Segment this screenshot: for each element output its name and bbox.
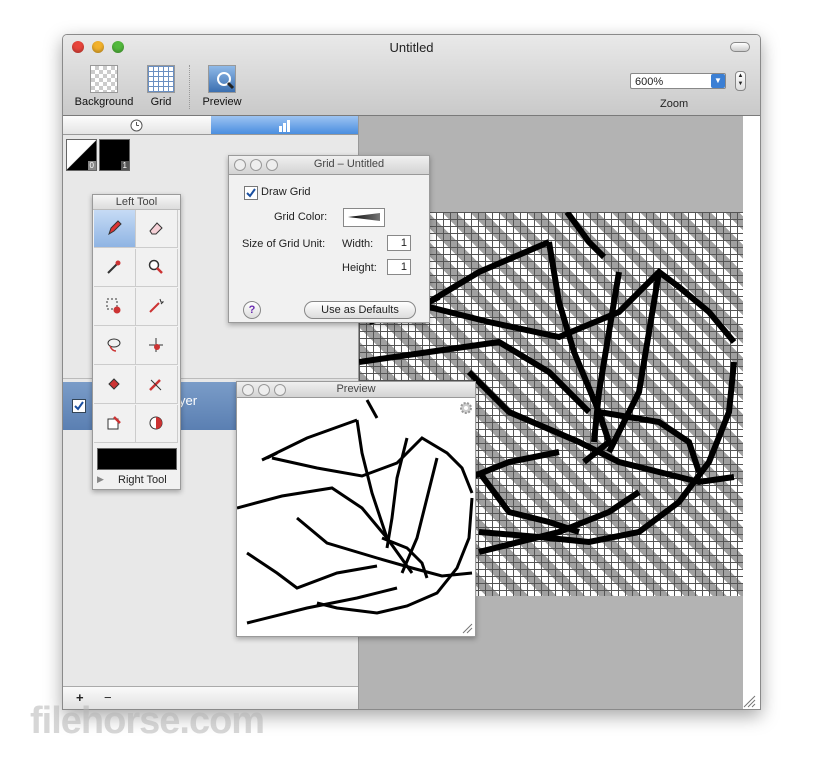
move-icon [149, 338, 163, 352]
pencil-icon [108, 220, 122, 236]
tool-paint-bucket[interactable] [94, 366, 136, 404]
layer-visibility-checkbox[interactable] [72, 399, 86, 413]
toolbar-separator [189, 65, 191, 109]
use-as-defaults-button[interactable]: Use as Defaults [304, 301, 416, 319]
title-bar: Untitled Background Grid Preview 600% ▼ … [63, 35, 760, 116]
tool-gradient[interactable] [136, 405, 178, 443]
marquee-icon [106, 298, 121, 314]
tool-move[interactable] [136, 327, 178, 365]
grid-icon [147, 65, 175, 93]
swatch-badge: 1 [120, 161, 129, 170]
zoom-value: 600% [635, 76, 664, 88]
tool-lasso[interactable] [94, 327, 136, 365]
zoom-select[interactable]: 600% ▼ [630, 73, 726, 89]
eyedropper-icon [107, 260, 121, 274]
eraser-icon [149, 222, 163, 235]
swatch-badge: 0 [87, 161, 96, 170]
vertical-scrollbar[interactable] [743, 116, 760, 709]
tool-magic-wand[interactable] [136, 288, 178, 326]
help-button[interactable]: ? [243, 301, 261, 319]
watermark: filehorse.com [30, 700, 265, 742]
zoom-stepper[interactable]: ▲ ▼ [735, 71, 746, 91]
zoom-icon [148, 259, 163, 274]
tool-pen[interactable] [136, 366, 178, 404]
resize-grip-icon[interactable] [742, 694, 756, 708]
disclosure-triangle-icon: ▶ [97, 474, 104, 484]
preview-panel-title: Preview [336, 383, 376, 395]
tool-fill[interactable] [94, 405, 136, 443]
panel-close-button[interactable] [234, 159, 246, 171]
grid-panel-title: Grid – Untitled [313, 158, 385, 170]
tab-histogram[interactable] [211, 116, 358, 135]
background-button[interactable]: Background [71, 65, 137, 108]
grid-panel-titlebar: Grid – Untitled [229, 156, 429, 175]
color-swatch-primary[interactable]: 0 [66, 139, 97, 171]
background-label: Background [74, 96, 134, 108]
bar-chart-icon [279, 120, 290, 132]
current-color-well[interactable] [97, 448, 177, 470]
left-tool-palette: Left Tool ▶ Right Tool [92, 194, 181, 490]
draw-grid-checkbox[interactable] [244, 186, 258, 200]
layer-name: yer [179, 393, 198, 408]
height-field[interactable]: 1 [387, 259, 411, 275]
zoom-label: Zoom [660, 98, 689, 110]
tab-history[interactable] [63, 116, 211, 135]
grid-panel: Grid – Untitled Draw Grid Grid Color: Si… [228, 155, 430, 323]
tool-pencil[interactable] [94, 210, 136, 248]
checkmark-icon [74, 401, 84, 411]
checkerboard-icon [90, 65, 118, 93]
chevron-down-icon: ▼ [711, 74, 725, 88]
right-tool-toggle[interactable]: ▶ Right Tool [93, 472, 180, 489]
clock-icon [130, 119, 143, 132]
preview-panel: Preview [236, 381, 476, 637]
height-label: Height: [342, 262, 377, 274]
preview-label: Preview [202, 96, 242, 108]
right-tool-label: Right Tool [118, 474, 167, 486]
grid-button[interactable]: Grid [145, 65, 177, 108]
grid-color-well[interactable] [343, 208, 385, 227]
tool-marquee[interactable] [94, 288, 136, 326]
width-label: Width: [342, 238, 374, 250]
panel-minimize-button[interactable] [250, 159, 262, 171]
checkmark-icon [246, 188, 256, 198]
resize-grip-icon[interactable] [461, 622, 473, 634]
fill-icon [107, 416, 121, 430]
gradient-icon [149, 416, 163, 430]
paint-bucket-icon [108, 378, 120, 390]
window-title: Untitled [389, 40, 434, 55]
draw-grid-label: Draw Grid [261, 186, 311, 198]
grid-label: Grid [150, 96, 172, 108]
magnifier-preview-icon [208, 65, 236, 93]
color-swatch-secondary[interactable]: 1 [99, 139, 130, 171]
preview-image [237, 399, 474, 625]
tool-grid [94, 210, 179, 444]
toolbar-toggle-button[interactable] [730, 42, 750, 52]
magic-wand-icon [149, 298, 164, 313]
tool-eraser[interactable] [136, 210, 178, 248]
tool-zoom[interactable] [136, 249, 178, 287]
grid-color-label: Grid Color: [274, 211, 328, 223]
tool-eyedropper[interactable] [94, 249, 136, 287]
preview-panel-titlebar: Preview [237, 382, 475, 398]
grid-color-swatch [348, 213, 380, 221]
palette-title: Left Tool [93, 195, 180, 210]
width-field[interactable]: 1 [387, 235, 411, 251]
grid-unit-size-label: Size of Grid Unit: [242, 238, 326, 250]
preview-button[interactable]: Preview [199, 65, 245, 108]
pen-icon [149, 379, 162, 391]
lasso-icon [107, 338, 121, 352]
